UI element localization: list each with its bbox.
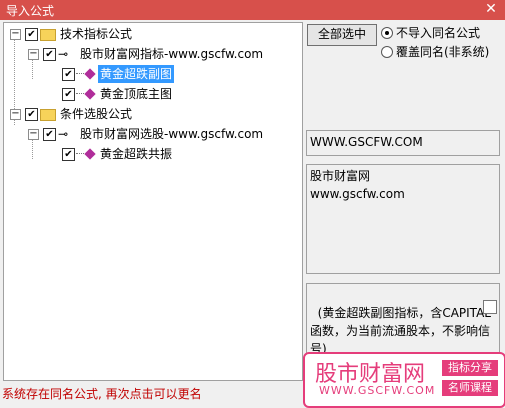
tree-item-label: 黄金超跌共振	[100, 147, 173, 161]
key-icon: ⊸	[58, 47, 69, 61]
formula-tree[interactable]: − ✔ 技术指标公式 − ✔ ⊸ 股市财富网指标-www.gscfw.com ✔…	[3, 22, 303, 381]
tree-line	[76, 153, 84, 155]
tree-line	[76, 73, 84, 75]
tree-source-label: 股市财富网选股-www.gscfw.com	[80, 127, 264, 141]
tree-group-tech[interactable]: − ✔ 技术指标公式	[4, 25, 300, 43]
tree-item[interactable]: ✔ 黄金顶底主图	[4, 85, 300, 103]
watermark-url: WWW.GSCFW.COM	[319, 384, 436, 397]
status-message: 系统存在同名公式, 再次点击可以更名	[2, 387, 202, 401]
window-title: 导入公式	[6, 4, 55, 18]
tree-source-stockpick[interactable]: − ✔ ⊸ 股市财富网选股-www.gscfw.com	[4, 125, 300, 143]
tree-group-label: 技术指标公式	[60, 27, 133, 41]
select-all-button[interactable]: 全部选中	[307, 24, 377, 46]
source-box: 股市财富网 www.gscfw.com	[306, 164, 500, 274]
title-bar: 导入公式 ✕	[0, 0, 505, 20]
radio-overwrite-label[interactable]: 覆盖同名(非系统)	[396, 43, 489, 60]
collapse-icon[interactable]: −	[28, 129, 39, 140]
checkbox[interactable]: ✔	[62, 88, 75, 101]
collapse-icon[interactable]: −	[28, 49, 39, 60]
url-box: WWW.GSCFW.COM	[306, 130, 500, 156]
formula-icon	[84, 88, 96, 100]
tree-line	[76, 93, 84, 95]
formula-icon	[84, 68, 96, 80]
close-icon[interactable]: ✕	[483, 1, 499, 17]
collapse-icon[interactable]: −	[10, 29, 21, 40]
checkbox[interactable]: ✔	[43, 128, 56, 141]
tree-item-label: 黄金超跌副图	[98, 65, 175, 83]
folder-icon	[40, 109, 56, 121]
checkbox[interactable]: ✔	[25, 28, 38, 41]
watermark-tag: 指标分享	[442, 360, 498, 376]
collapse-icon[interactable]: −	[10, 109, 21, 120]
tree-group-label: 条件选股公式	[60, 107, 133, 121]
radio-no-import[interactable]	[381, 27, 393, 39]
radio-no-import-label[interactable]: 不导入同名公式	[396, 24, 480, 41]
watermark-logo: 股市财富网 WWW.GSCFW.COM 指标分享 名师课程	[303, 352, 505, 408]
checkbox[interactable]: ✔	[62, 148, 75, 161]
checkbox[interactable]: ✔	[43, 48, 56, 61]
tree-group-select[interactable]: − ✔ 条件选股公式	[4, 105, 300, 123]
key-icon: ⊸	[58, 127, 69, 141]
checkbox[interactable]: ✔	[25, 108, 38, 121]
folder-icon	[40, 29, 56, 41]
tree-item[interactable]: ✔ 黄金超跌共振	[4, 145, 300, 163]
tree-source-indicator[interactable]: − ✔ ⊸ 股市财富网指标-www.gscfw.com	[4, 45, 300, 63]
watermark-tag: 名师课程	[442, 380, 498, 396]
checkbox[interactable]	[483, 300, 497, 314]
checkbox[interactable]: ✔	[62, 68, 75, 81]
tree-item[interactable]: ✔ 黄金超跌副图	[4, 65, 300, 83]
formula-icon	[84, 148, 96, 160]
radio-overwrite[interactable]	[381, 46, 393, 58]
tree-item-label: 黄金顶底主图	[100, 87, 173, 101]
tree-source-label: 股市财富网指标-www.gscfw.com	[80, 47, 264, 61]
